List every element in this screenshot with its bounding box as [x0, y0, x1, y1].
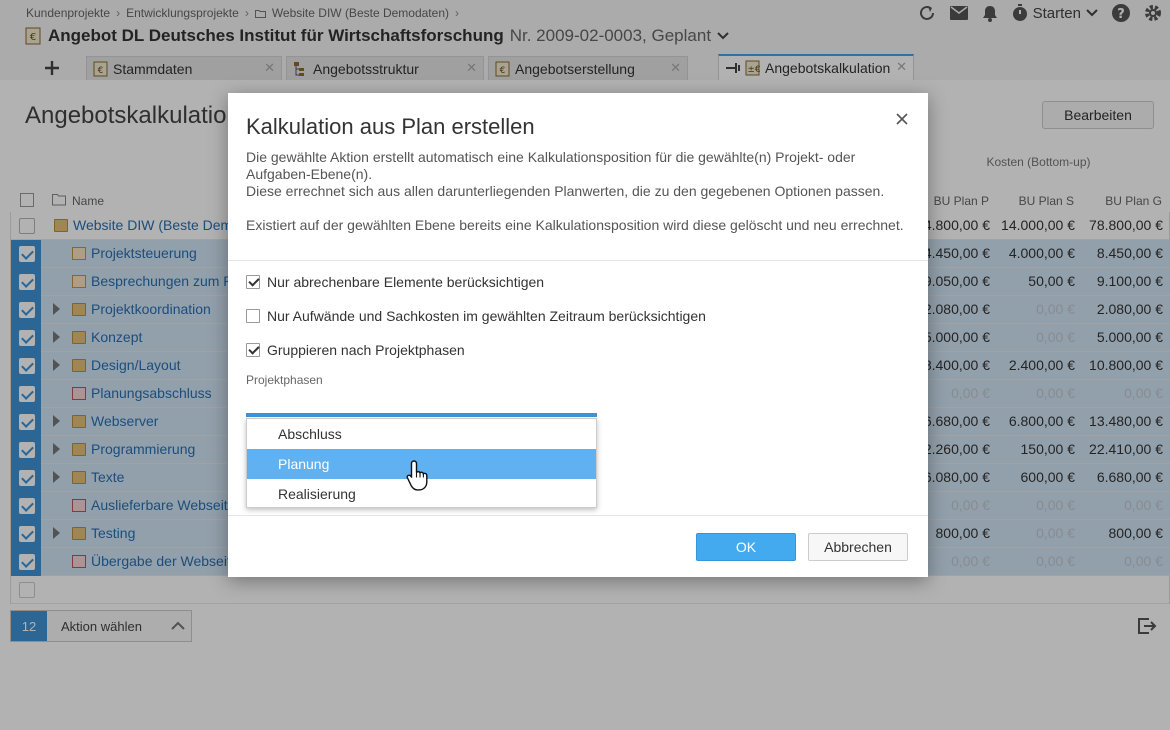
- close-icon[interactable]: [896, 113, 908, 125]
- description-text: Die gewählte Aktion erstellt automatisch…: [246, 149, 856, 182]
- option-period-only[interactable]: Nur Aufwände und Sachkosten im gewählten…: [246, 308, 706, 324]
- description-text: Existiert auf der gewählten Ebene bereit…: [246, 217, 904, 233]
- hand-cursor-icon: [406, 460, 428, 491]
- phase-field-label: Projektphasen: [246, 373, 323, 387]
- option-label: Gruppieren nach Projektphasen: [267, 342, 465, 358]
- cancel-button[interactable]: Abbrechen: [808, 533, 908, 561]
- option-label: Nur Aufwände und Sachkosten im gewählten…: [267, 308, 706, 324]
- create-calculation-dialog: Kalkulation aus Plan erstellen Die gewäh…: [228, 93, 928, 577]
- divider: [228, 260, 928, 261]
- dialog-description: Die gewählte Aktion erstellt automatisch…: [246, 149, 906, 234]
- phase-option[interactable]: Abschluss: [247, 419, 596, 449]
- option-billable-only[interactable]: Nur abrechenbare Elemente berücksichtige…: [246, 274, 544, 290]
- phase-select-input[interactable]: [246, 391, 597, 417]
- checkbox[interactable]: [246, 309, 260, 323]
- divider: [228, 515, 928, 516]
- checkbox[interactable]: [246, 343, 260, 357]
- checkbox[interactable]: [246, 275, 260, 289]
- ok-button[interactable]: OK: [696, 533, 796, 561]
- option-label: Nur abrechenbare Elemente berücksichtige…: [267, 274, 545, 290]
- description-text: Diese errechnet sich aus allen darunterl…: [246, 183, 885, 199]
- dialog-title: Kalkulation aus Plan erstellen: [246, 114, 535, 139]
- option-group-by-phase[interactable]: Gruppieren nach Projektphasen: [246, 342, 465, 358]
